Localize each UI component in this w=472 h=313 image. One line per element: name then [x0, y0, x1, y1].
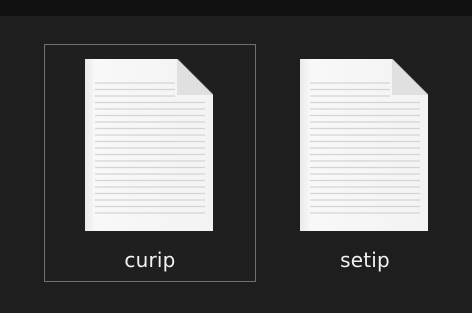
file-item-curip[interactable]: curip	[44, 44, 256, 282]
text-document-icon	[85, 59, 213, 231]
text-document-icon	[300, 59, 428, 231]
file-name-label: curip	[124, 248, 176, 272]
explorer-window: curip setip	[0, 0, 472, 313]
file-item-setip[interactable]: setip	[259, 44, 471, 282]
file-name-label: setip	[340, 248, 390, 272]
window-top-bar	[0, 0, 472, 16]
file-view-pane[interactable]: curip setip	[0, 16, 472, 313]
